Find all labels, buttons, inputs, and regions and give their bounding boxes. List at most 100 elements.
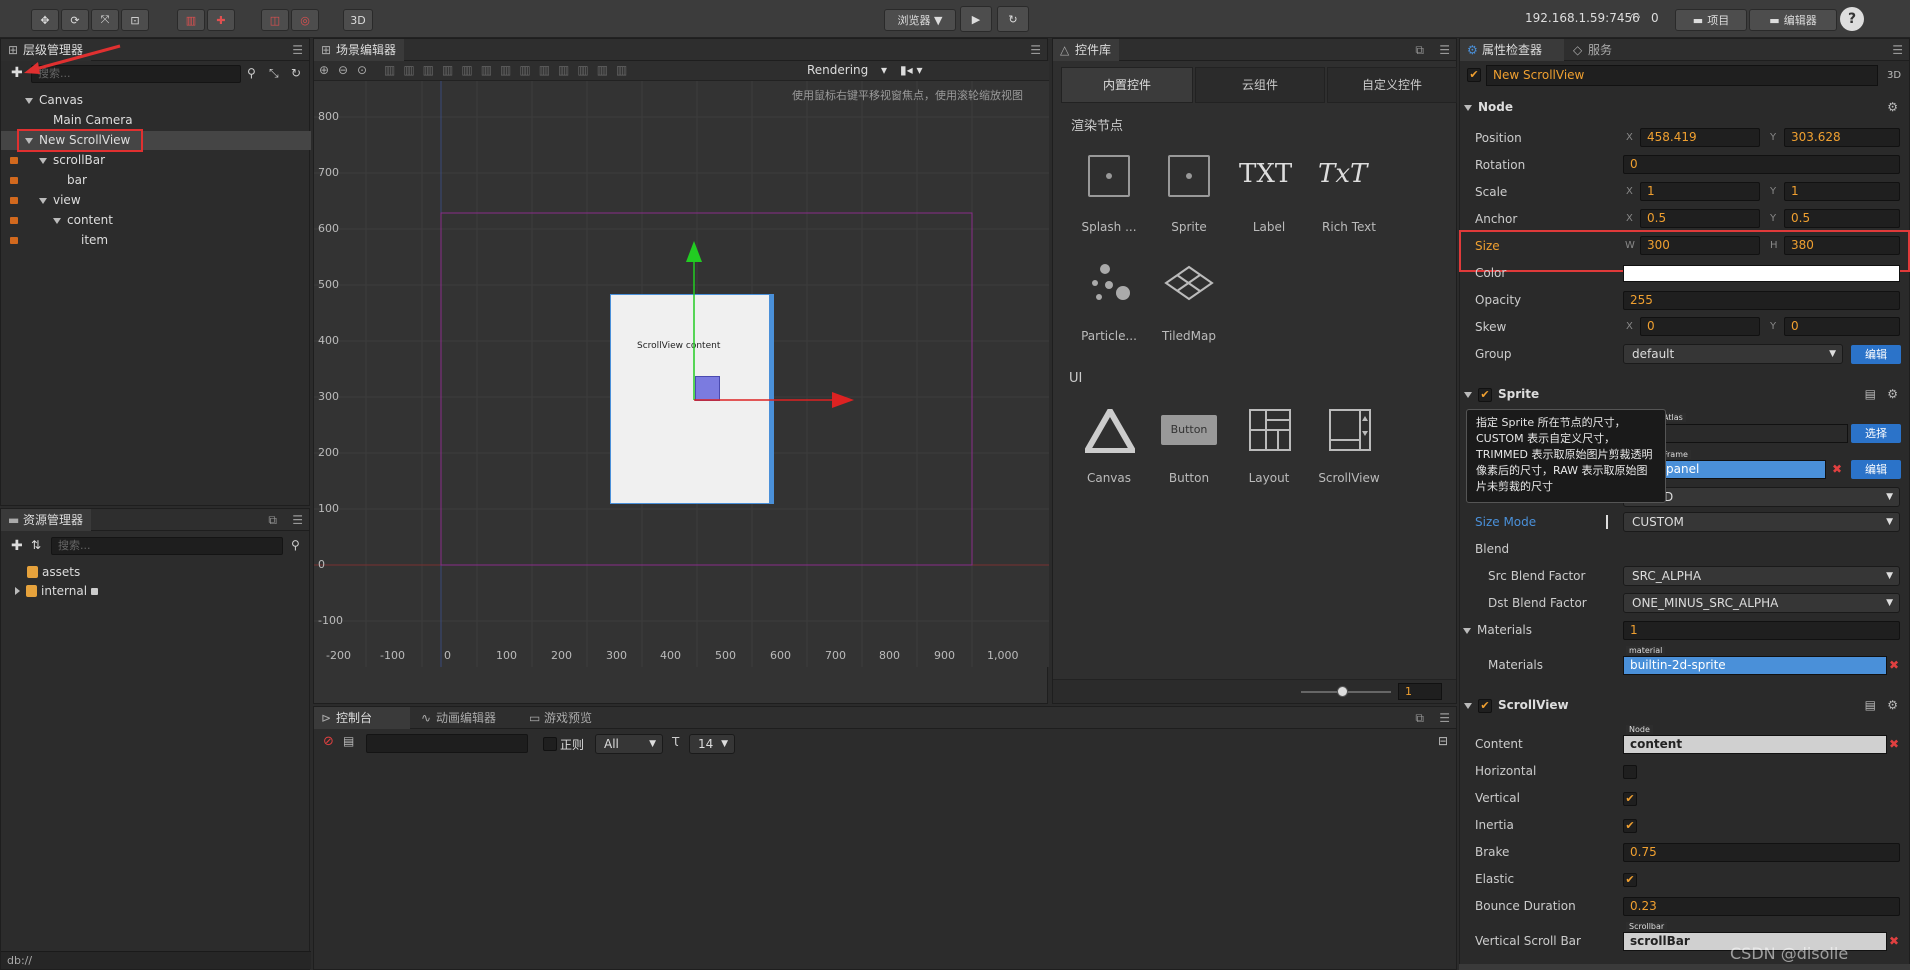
zoom-value-input[interactable]: 1	[1398, 683, 1442, 700]
skew-x-input[interactable]: 0	[1640, 317, 1760, 336]
size-mode-select[interactable]: CUSTOM	[1623, 512, 1900, 532]
menu-icon[interactable]: ☰	[1030, 43, 1041, 57]
move-tool-icon[interactable]: ✥	[31, 9, 59, 31]
tree-node[interactable]: bar	[1, 171, 311, 190]
elastic-checkbox[interactable]: ✔	[1623, 873, 1637, 887]
control-label[interactable]: Label	[1229, 220, 1309, 234]
rotate-tool-icon[interactable]: ⟳	[61, 9, 89, 31]
log-level-select[interactable]: All	[595, 734, 663, 754]
collapse-icon[interactable]: ⤡	[269, 66, 279, 81]
refresh-button[interactable]: ↻	[997, 6, 1029, 32]
popout-icon[interactable]: ⧉	[268, 513, 277, 528]
chevron-down-icon[interactable]	[39, 197, 47, 204]
src-blend-select[interactable]: SRC_ALPHA	[1623, 566, 1900, 586]
skew-y-input[interactable]: 0	[1784, 317, 1900, 336]
anchor-handle[interactable]	[695, 376, 720, 401]
book-icon[interactable]: ▤	[1865, 693, 1876, 717]
tree-node[interactable]: scrollBar	[1, 151, 311, 170]
book-icon[interactable]: ▤	[1865, 382, 1876, 406]
tree-node[interactable]: New ScrollView	[1, 129, 311, 152]
file-icon[interactable]: ▤	[343, 734, 354, 748]
menu-icon[interactable]: ☰	[1439, 711, 1450, 725]
clear-icon[interactable]: ✖	[1889, 735, 1903, 754]
scrollview-enabled-checkbox[interactable]: ✔	[1478, 698, 1492, 713]
lock-icon[interactable]	[10, 237, 18, 244]
lock-icon[interactable]	[10, 177, 18, 184]
control-button[interactable]: Button	[1149, 471, 1229, 485]
tab-custom[interactable]: 自定义控件	[1327, 67, 1457, 103]
control-particle[interactable]: Particle...	[1069, 329, 1149, 343]
bounce-duration-input[interactable]: 0.23	[1623, 897, 1900, 916]
tree-node[interactable]: content	[1, 211, 311, 230]
gear-icon[interactable]: ⚙	[1887, 95, 1898, 119]
browser-select[interactable]: 浏览器 ▼	[884, 9, 956, 31]
play-button[interactable]: ▶	[960, 6, 992, 32]
anchor-x-input[interactable]: 0.5	[1640, 209, 1760, 228]
clear-icon[interactable]: ✖	[1889, 656, 1903, 675]
control-scrollview[interactable]: ScrollView	[1309, 471, 1389, 485]
chevron-down-icon[interactable]	[39, 157, 47, 164]
tab-controls[interactable]: △ 控件库	[1053, 39, 1120, 61]
lock-icon[interactable]	[10, 157, 18, 164]
lock-icon[interactable]	[10, 217, 18, 224]
menu-icon[interactable]: ☰	[1439, 43, 1450, 57]
toggle-3d-button[interactable]: 3D	[343, 9, 373, 31]
editor-button[interactable]: ▬ 编辑器	[1749, 9, 1837, 31]
sprite-section-header[interactable]: ✔ Sprite ▤ ⚙	[1460, 382, 1910, 406]
gear-icon[interactable]: ⚙	[1887, 382, 1898, 406]
tab-services[interactable]: ◇ 服务	[1566, 39, 1636, 61]
vertical-checkbox[interactable]: ✔	[1623, 792, 1637, 806]
search-icon[interactable]: ⚲	[247, 66, 256, 80]
menu-icon[interactable]: ☰	[292, 513, 303, 527]
search-icon[interactable]: ⚲	[291, 538, 300, 552]
tab-assets[interactable]: ▬ 资源管理器	[1, 509, 92, 531]
tab-cloud[interactable]: 云组件	[1195, 67, 1325, 103]
gear-icon[interactable]: ⚙	[1887, 693, 1898, 717]
group-select[interactable]: default	[1623, 344, 1843, 364]
refresh-icon[interactable]: ↻	[291, 66, 301, 80]
tab-inspector[interactable]: ⚙ 属性检查器	[1460, 39, 1564, 61]
scrollview-section-header[interactable]: ✔ ScrollView ▤ ⚙	[1460, 693, 1910, 717]
horizontal-checkbox[interactable]	[1623, 765, 1637, 779]
control-sprite[interactable]: Sprite	[1149, 220, 1229, 234]
help-icon[interactable]: ?	[1840, 7, 1864, 31]
scale-y-input[interactable]: 1	[1784, 182, 1900, 201]
clear-icon[interactable]: ✖	[1889, 932, 1903, 951]
color-swatch[interactable]	[1623, 265, 1900, 282]
control-splash[interactable]: Splash ...	[1069, 220, 1149, 234]
node-name-input[interactable]: New ScrollView	[1486, 65, 1878, 86]
dst-blend-select[interactable]: ONE_MINUS_SRC_ALPHA	[1623, 593, 1900, 613]
pivot-toggle-icon[interactable]: ▥	[177, 9, 205, 31]
lock-icon[interactable]	[10, 197, 18, 204]
atlas-select-button[interactable]: 选择	[1851, 424, 1901, 443]
material-field[interactable]: builtin-2d-sprite	[1623, 656, 1887, 675]
control-layout[interactable]: Layout	[1229, 471, 1309, 485]
tab-animation[interactable]: ∿ 动画编辑器	[414, 707, 520, 729]
tab-game-preview[interactable]: ▭ 游戏预览	[522, 707, 618, 729]
inspector-scrollbar[interactable]	[1459, 964, 1910, 970]
control-rich-text[interactable]: Rich Text	[1309, 220, 1389, 234]
tree-node[interactable]: view	[1, 191, 311, 210]
popout-icon[interactable]: ⧉	[1415, 43, 1424, 58]
node-active-checkbox[interactable]: ✔	[1467, 68, 1481, 82]
zoom-in-icon[interactable]: ⊕	[319, 63, 329, 77]
add-asset-icon[interactable]: ✚	[11, 538, 23, 554]
scale-tool-icon[interactable]: ⤧	[91, 9, 119, 31]
tree-node[interactable]: Main Camera	[1, 111, 311, 130]
local-toggle-icon[interactable]: ✚	[207, 9, 235, 31]
inertia-checkbox[interactable]: ✔	[1623, 819, 1637, 833]
sort-icon[interactable]: ⇅	[31, 538, 41, 552]
tab-console[interactable]: ⊳ 控制台	[314, 707, 410, 729]
chevron-down-icon[interactable]	[53, 217, 61, 224]
materials-count-input[interactable]: 1	[1623, 621, 1900, 640]
scale-x-input[interactable]: 1	[1640, 182, 1760, 201]
rect-tool-icon[interactable]: ⊡	[121, 9, 149, 31]
console-filter-input[interactable]	[366, 734, 528, 753]
content-field[interactable]: content	[1623, 735, 1887, 754]
menu-icon[interactable]: ☰	[1892, 43, 1903, 57]
rendering-select[interactable]: Rendering	[807, 63, 868, 77]
chevron-down-icon[interactable]	[25, 97, 33, 104]
sprite-frame-edit-button[interactable]: 编辑	[1851, 460, 1901, 479]
tab-scene[interactable]: ⊞ 场景编辑器	[314, 39, 405, 61]
asset-item-internal[interactable]: internal	[15, 582, 99, 601]
